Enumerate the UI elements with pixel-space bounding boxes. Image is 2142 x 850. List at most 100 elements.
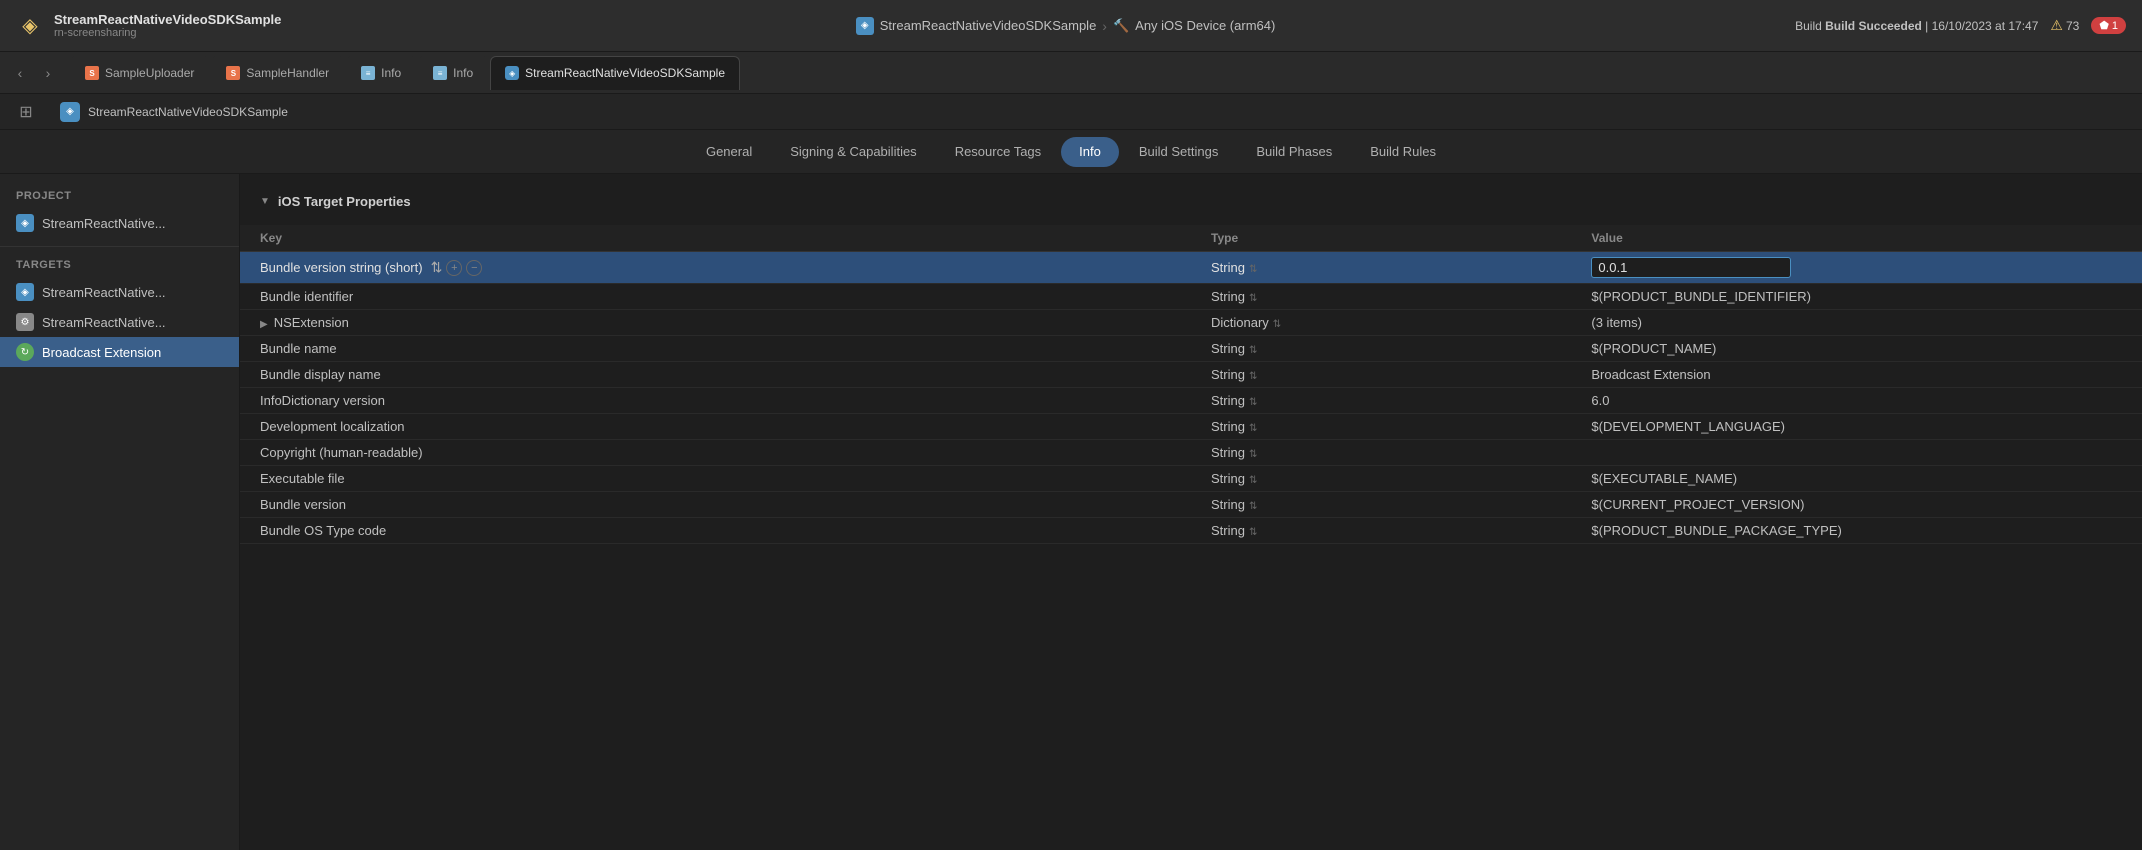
key-cell: ▶NSExtension	[240, 310, 1191, 336]
type-cell: String⇅	[1191, 362, 1571, 388]
toolbar-build-phases-button[interactable]: Build Phases	[1238, 137, 1350, 167]
sidebar-item-stream-project[interactable]: ◈ StreamReactNative...	[0, 208, 239, 238]
table-row[interactable]: Executable fileString⇅$(EXECUTABLE_NAME)	[240, 466, 2142, 492]
table-row[interactable]: InfoDictionary versionString⇅6.0	[240, 388, 2142, 414]
tab-label-sampleuploader: SampleUploader	[105, 66, 194, 80]
toolbar-info-button[interactable]: Info	[1061, 137, 1119, 167]
toolbar-general-button[interactable]: General	[688, 137, 770, 167]
table-row[interactable]: Development localizationString⇅$(DEVELOP…	[240, 414, 2142, 440]
stepper-icon[interactable]: ⇅	[431, 259, 443, 276]
breadcrumb-project-text: StreamReactNativeVideoSDKSample	[88, 105, 288, 119]
value-cell	[1571, 440, 2142, 466]
type-cell: String⇅	[1191, 440, 1571, 466]
type-stepper-icon[interactable]: ⇅	[1249, 527, 1257, 538]
type-cell: String⇅	[1191, 252, 1571, 284]
nav-back-button[interactable]: ‹	[8, 61, 32, 85]
tab-label-streamreactnative: StreamReactNativeVideoSDKSample	[525, 66, 725, 80]
value-cell: 6.0	[1571, 388, 2142, 414]
type-stepper-icon[interactable]: ⇅	[1249, 264, 1257, 275]
sidebar-item-icon-app: ◈	[16, 283, 34, 301]
type-stepper-icon[interactable]: ⇅	[1249, 397, 1257, 408]
section-header: ▼ iOS Target Properties	[240, 194, 2142, 209]
main-layout: PROJECT ◈ StreamReactNative... TARGETS ◈…	[0, 174, 2142, 850]
type-cell: String⇅	[1191, 388, 1571, 414]
type-cell: String⇅	[1191, 284, 1571, 310]
table-icon: ≡	[433, 66, 447, 80]
table-row[interactable]: Bundle display nameString⇅Broadcast Exte…	[240, 362, 2142, 388]
toolbar-signing-button[interactable]: Signing & Capabilities	[772, 137, 934, 167]
type-stepper-icon[interactable]: ⇅	[1249, 475, 1257, 486]
title-bar-left: ◈ StreamReactNativeVideoSDKSample rn-scr…	[16, 12, 336, 40]
type-stepper-icon[interactable]: ⇅	[1249, 293, 1257, 304]
table-row[interactable]: Bundle OS Type codeString⇅$(PRODUCT_BUND…	[240, 518, 2142, 544]
warning-count: 73	[2066, 19, 2079, 33]
column-header-type: Type	[1191, 225, 1571, 252]
table-row[interactable]: Bundle version string (short) ⇅ + − Stri…	[240, 252, 2142, 284]
table-row[interactable]: Copyright (human-readable)String⇅	[240, 440, 2142, 466]
toolbar-build-rules-button[interactable]: Build Rules	[1352, 137, 1454, 167]
nav-forward-button[interactable]: ›	[36, 61, 60, 85]
tab-streamreactnative[interactable]: ◈ StreamReactNativeVideoSDKSample	[490, 56, 740, 90]
column-header-value: Value	[1571, 225, 2142, 252]
type-stepper-icon[interactable]: ⇅	[1249, 501, 1257, 512]
warning-badge[interactable]: ⚠ 73	[2050, 17, 2079, 34]
table-row[interactable]: ▶NSExtensionDictionary⇅(3 items)	[240, 310, 2142, 336]
tab-info1[interactable]: ≡ Info	[346, 56, 416, 90]
type-stepper-icon[interactable]: ⇅	[1249, 423, 1257, 434]
sidebar-project-label: PROJECT	[0, 186, 239, 208]
tab-sampleuploader[interactable]: S SampleUploader	[70, 56, 209, 90]
type-cell: String⇅	[1191, 492, 1571, 518]
build-status: Build Build Succeeded | 16/10/2023 at 17…	[1795, 19, 2038, 33]
tab-samplehandler[interactable]: S SampleHandler	[211, 56, 344, 90]
table-row[interactable]: Bundle versionString⇅$(CURRENT_PROJECT_V…	[240, 492, 2142, 518]
type-cell: String⇅	[1191, 518, 1571, 544]
swift-icon: S	[226, 66, 240, 80]
section-collapse-arrow[interactable]: ▼	[260, 196, 270, 207]
section-title: iOS Target Properties	[278, 194, 411, 209]
add-row-button[interactable]: +	[446, 260, 462, 276]
key-cell: Bundle version string (short) ⇅ + −	[240, 252, 1191, 284]
breadcrumb-device-icon: 🔨	[1113, 18, 1129, 34]
key-cell: Executable file	[240, 466, 1191, 492]
type-stepper-icon[interactable]: ⇅	[1249, 371, 1257, 382]
sidebar-item-stream-target2[interactable]: ⚙ StreamReactNative...	[0, 307, 239, 337]
type-stepper-icon[interactable]: ⇅	[1273, 319, 1281, 330]
title-bar-right: Build Build Succeeded | 16/10/2023 at 17…	[1795, 17, 2126, 34]
value-input[interactable]	[1591, 257, 1791, 278]
tab-label-info2: Info	[453, 66, 473, 80]
sidebar-targets-label: TARGETS	[0, 255, 239, 277]
type-cell: Dictionary⇅	[1191, 310, 1571, 336]
sidebar-item-label-broadcast: Broadcast Extension	[42, 345, 161, 360]
value-cell[interactable]	[1571, 252, 2142, 284]
value-cell: Broadcast Extension	[1571, 362, 2142, 388]
build-status-text: Build Build Succeeded | 16/10/2023 at 17…	[1795, 19, 2038, 33]
expand-arrow-icon[interactable]: ▶	[260, 319, 268, 330]
project-name: StreamReactNativeVideoSDKSample	[54, 12, 281, 27]
type-stepper-icon[interactable]: ⇅	[1249, 345, 1257, 356]
value-cell: (3 items)	[1571, 310, 2142, 336]
toolbar-resource-tags-button[interactable]: Resource Tags	[937, 137, 1059, 167]
sidebar-toggle-button[interactable]: ⊞	[12, 98, 40, 126]
tab-label-samplehandler: SampleHandler	[246, 66, 329, 80]
sidebar-item-stream-target1[interactable]: ◈ StreamReactNative...	[0, 277, 239, 307]
breadcrumb-center: ◈ StreamReactNativeVideoSDKSample › 🔨 An…	[856, 17, 1276, 35]
sidebar-item-icon-sync: ↻	[16, 343, 34, 361]
error-badge[interactable]: ⬟ 1	[2091, 17, 2126, 34]
type-stepper-icon[interactable]: ⇅	[1249, 449, 1257, 460]
sidebar-item-broadcast-ext[interactable]: ↻ Broadcast Extension	[0, 337, 239, 367]
sidebar-item-label-target2: StreamReactNative...	[42, 315, 166, 330]
error-count: 1	[2112, 20, 2118, 32]
value-cell: $(EXECUTABLE_NAME)	[1571, 466, 2142, 492]
toolbar-build-settings-button[interactable]: Build Settings	[1121, 137, 1237, 167]
value-cell: $(PRODUCT_NAME)	[1571, 336, 2142, 362]
sidebar: PROJECT ◈ StreamReactNative... TARGETS ◈…	[0, 174, 240, 850]
remove-row-button[interactable]: −	[466, 260, 482, 276]
table-row[interactable]: Bundle nameString⇅$(PRODUCT_NAME)	[240, 336, 2142, 362]
sidebar-item-label-stream-project: StreamReactNative...	[42, 216, 166, 231]
breadcrumb-device: Any iOS Device (arm64)	[1135, 18, 1275, 33]
table-row[interactable]: Bundle identifierString⇅$(PRODUCT_BUNDLE…	[240, 284, 2142, 310]
tab-info2[interactable]: ≡ Info	[418, 56, 488, 90]
tab-label-info1: Info	[381, 66, 401, 80]
value-cell: $(DEVELOPMENT_LANGUAGE)	[1571, 414, 2142, 440]
xcode-logo-icon: ◈	[16, 12, 44, 40]
